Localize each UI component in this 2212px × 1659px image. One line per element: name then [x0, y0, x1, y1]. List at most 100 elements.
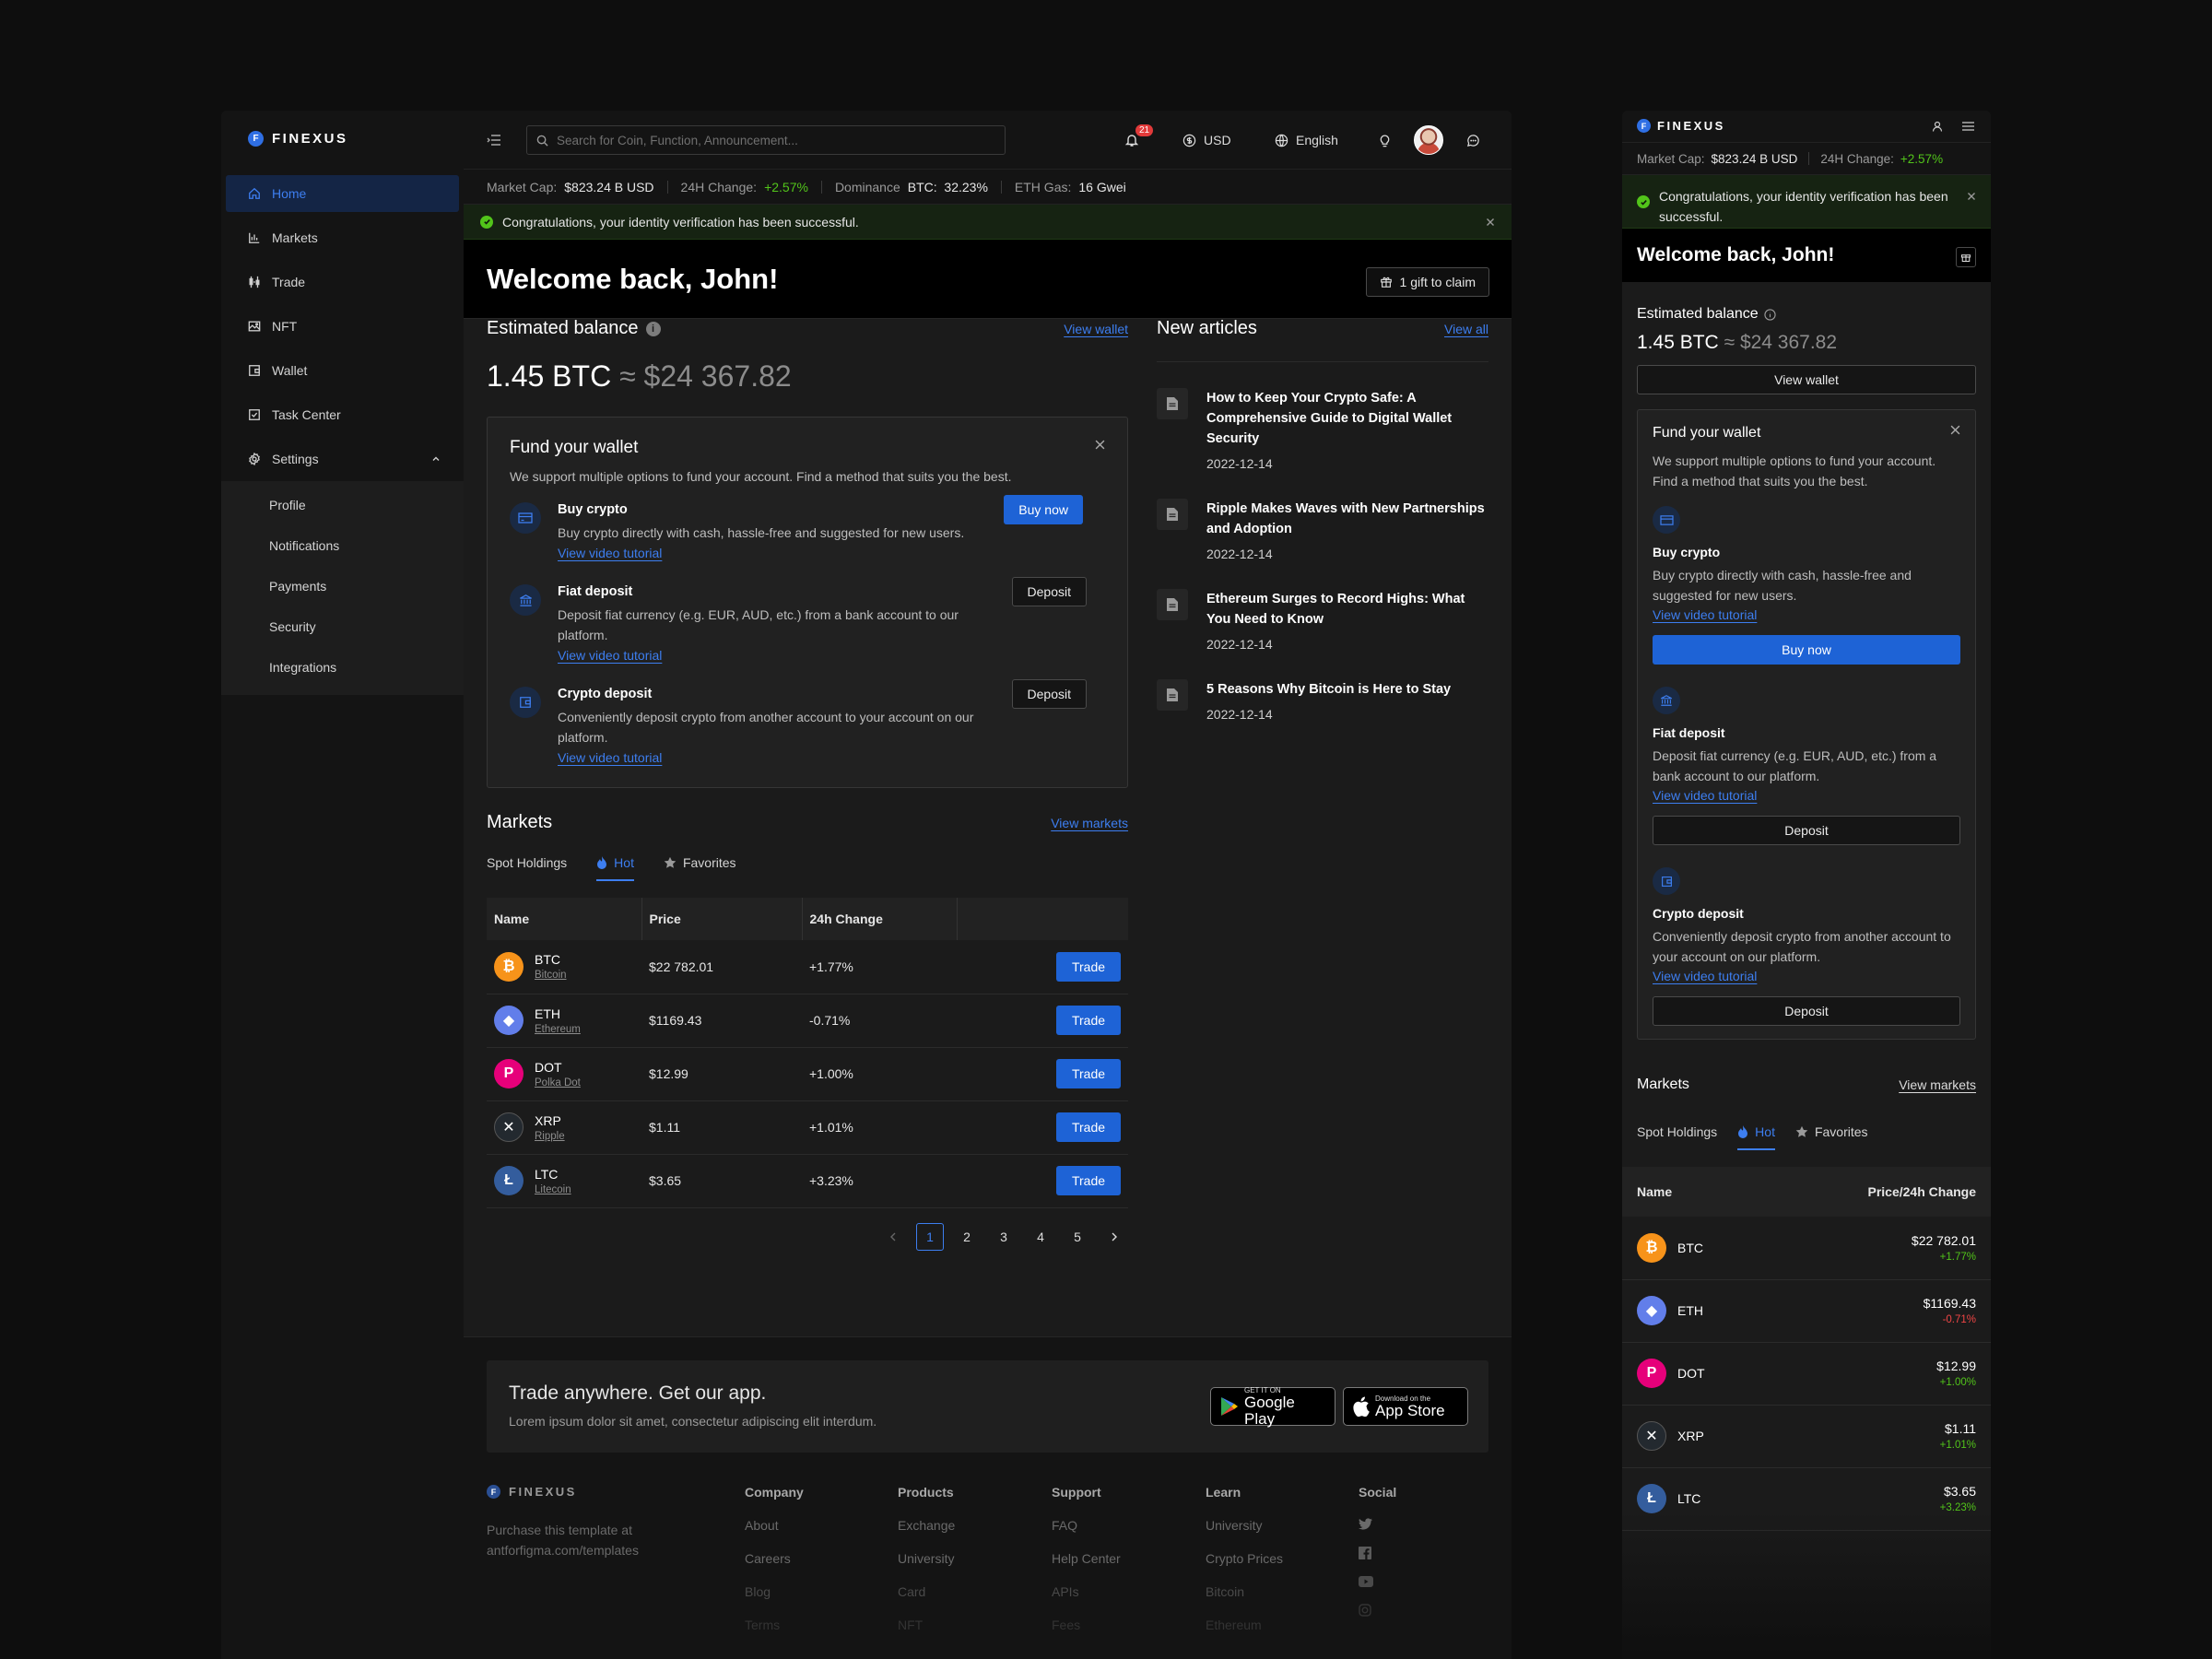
- page-3[interactable]: 3: [990, 1223, 1018, 1251]
- page-5[interactable]: 5: [1064, 1223, 1091, 1251]
- video-tutorial-link[interactable]: View video tutorial: [1653, 607, 1757, 622]
- crypto-deposit-button[interactable]: Deposit: [1653, 996, 1960, 1026]
- footer-link[interactable]: University: [898, 1551, 955, 1566]
- table-row[interactable]: ◆ ETH $1169.43 -0.71%: [1622, 1279, 1991, 1343]
- facebook-icon[interactable]: [1359, 1547, 1396, 1559]
- submenu-item-integrations[interactable]: Integrations: [221, 647, 464, 688]
- close-icon[interactable]: [1095, 440, 1105, 450]
- table-row[interactable]: ₿ BTC $22 782.01 +1.77%: [1622, 1217, 1991, 1280]
- coin-name-link[interactable]: Litecoin: [535, 1184, 571, 1195]
- chat-button[interactable]: [1466, 111, 1480, 170]
- sidebar-item-task-center[interactable]: Task Center: [226, 396, 459, 433]
- footer-link[interactable]: Card: [898, 1584, 955, 1599]
- trade-button[interactable]: Trade: [1056, 1006, 1121, 1035]
- view-wallet-link[interactable]: View wallet: [1064, 322, 1128, 336]
- tab-hot[interactable]: Hot: [1737, 1124, 1775, 1150]
- page-2[interactable]: 2: [953, 1223, 981, 1251]
- crypto-deposit-button[interactable]: Deposit: [1011, 679, 1087, 709]
- trade-button[interactable]: Trade: [1056, 951, 1121, 982]
- sidebar-item-home[interactable]: Home: [226, 175, 459, 212]
- footer-link[interactable]: Blog: [745, 1584, 804, 1599]
- coin-name-link[interactable]: Polka Dot: [535, 1077, 581, 1088]
- footer-link[interactable]: University: [1206, 1518, 1283, 1533]
- trade-button[interactable]: Trade: [1056, 1059, 1121, 1088]
- language-selector[interactable]: English: [1275, 111, 1338, 170]
- submenu-item-security[interactable]: Security: [221, 606, 464, 647]
- column-header-price-change[interactable]: Price/24h Change: [1774, 1167, 1991, 1217]
- footer-link[interactable]: About: [745, 1518, 804, 1533]
- notifications-button[interactable]: 21: [1124, 111, 1154, 170]
- claim-gift-button[interactable]: 1 gift to claim: [1365, 267, 1489, 297]
- trade-button[interactable]: Trade: [1056, 1112, 1121, 1142]
- article-item[interactable]: Ethereum Surges to Record Highs: What Yo…: [1157, 589, 1488, 652]
- chevron-right-icon[interactable]: [1100, 1223, 1128, 1251]
- sidebar-item-markets[interactable]: Markets: [226, 219, 459, 256]
- menu-collapse-icon[interactable]: [487, 133, 501, 147]
- view-markets-link[interactable]: View markets: [1899, 1077, 1976, 1092]
- tab-spot-holdings[interactable]: Spot Holdings: [487, 855, 567, 879]
- submenu-item-payments[interactable]: Payments: [221, 566, 464, 606]
- currency-selector[interactable]: USD: [1182, 111, 1231, 170]
- footer-link[interactable]: Terms: [745, 1618, 804, 1632]
- google-play-button[interactable]: GET IT ON Google Play: [1210, 1386, 1335, 1427]
- footer-link[interactable]: FAQ: [1052, 1518, 1121, 1533]
- brand-logo[interactable]: F FINEXUS: [1637, 119, 1725, 133]
- sidebar-item-trade[interactable]: Trade: [226, 264, 459, 300]
- buy-now-button[interactable]: Buy now: [1653, 635, 1960, 665]
- info-icon[interactable]: i: [645, 321, 661, 336]
- column-header-name[interactable]: Name: [1622, 1167, 1775, 1217]
- footer-link[interactable]: Fees: [1052, 1618, 1121, 1632]
- app-store-button[interactable]: Download on the App Store: [1343, 1387, 1468, 1426]
- column-header-change[interactable]: 24h Change: [802, 898, 958, 940]
- footer-link[interactable]: Careers: [745, 1551, 804, 1566]
- tab-hot[interactable]: Hot: [596, 855, 634, 881]
- video-tutorial-link[interactable]: View video tutorial: [1653, 788, 1757, 803]
- coin-name-link[interactable]: Ripple: [535, 1131, 565, 1142]
- coin-name-link[interactable]: Ethereum: [535, 1024, 581, 1035]
- footer-link[interactable]: Crypto Prices: [1206, 1551, 1283, 1566]
- submenu-item-profile[interactable]: Profile: [221, 485, 464, 525]
- close-icon[interactable]: [1950, 425, 1960, 435]
- page-4[interactable]: 4: [1027, 1223, 1054, 1251]
- tab-spot-holdings[interactable]: Spot Holdings: [1637, 1124, 1717, 1148]
- page-1[interactable]: 1: [916, 1222, 944, 1251]
- video-tutorial-link[interactable]: View video tutorial: [1653, 969, 1757, 983]
- coin-name-link[interactable]: Bitcoin: [535, 970, 567, 981]
- sidebar-item-settings[interactable]: Settings: [226, 441, 459, 477]
- column-header-name[interactable]: Name: [487, 898, 642, 940]
- footer-link[interactable]: Bitcoin: [1206, 1584, 1283, 1599]
- table-row[interactable]: P DOT $12.99 +1.00%: [1622, 1342, 1991, 1406]
- buy-now-button[interactable]: Buy now: [1004, 495, 1083, 524]
- sidebar-item-nft[interactable]: NFT: [226, 308, 459, 345]
- user-icon[interactable]: [1932, 121, 1943, 132]
- fiat-deposit-button[interactable]: Deposit: [1011, 577, 1087, 606]
- footer-link[interactable]: Help Center: [1052, 1551, 1121, 1566]
- user-avatar-button[interactable]: [1414, 111, 1443, 170]
- column-header-price[interactable]: Price: [641, 898, 803, 940]
- view-markets-link[interactable]: View markets: [1051, 816, 1128, 830]
- article-item[interactable]: How to Keep Your Crypto Safe: A Comprehe…: [1157, 388, 1488, 471]
- trade-button[interactable]: Trade: [1056, 1166, 1121, 1195]
- table-row[interactable]: ✕ XRP $1.11 +1.01%: [1622, 1405, 1991, 1468]
- youtube-icon[interactable]: [1359, 1576, 1396, 1587]
- submenu-item-notifications[interactable]: Notifications: [221, 525, 464, 566]
- theme-toggle-button[interactable]: [1378, 111, 1392, 170]
- hamburger-menu-icon[interactable]: [1962, 121, 1974, 132]
- footer-link[interactable]: Exchange: [898, 1518, 955, 1533]
- view-all-link[interactable]: View all: [1444, 322, 1488, 336]
- footer-logo[interactable]: F FINEXUS: [487, 1485, 577, 1499]
- chevron-left-icon[interactable]: [879, 1223, 907, 1251]
- article-item[interactable]: 5 Reasons Why Bitcoin is Here to Stay 202…: [1157, 679, 1488, 722]
- gift-icon[interactable]: [1956, 247, 1976, 267]
- twitter-icon[interactable]: [1359, 1518, 1396, 1530]
- brand-logo[interactable]: F FINEXUS: [248, 131, 348, 147]
- video-tutorial-link[interactable]: View video tutorial: [558, 546, 662, 560]
- article-item[interactable]: Ripple Makes Waves with New Partnerships…: [1157, 499, 1488, 561]
- close-icon[interactable]: [1967, 192, 1976, 201]
- video-tutorial-link[interactable]: View video tutorial: [558, 648, 662, 663]
- fiat-deposit-button[interactable]: Deposit: [1653, 816, 1960, 845]
- sidebar-item-wallet[interactable]: Wallet: [226, 352, 459, 389]
- info-icon[interactable]: [1764, 308, 1776, 321]
- footer-link[interactable]: APIs: [1052, 1584, 1121, 1599]
- footer-link[interactable]: NFT: [898, 1618, 955, 1632]
